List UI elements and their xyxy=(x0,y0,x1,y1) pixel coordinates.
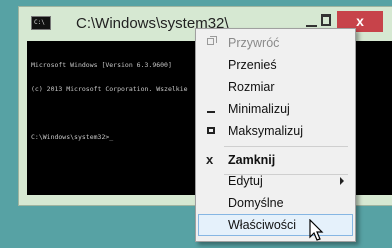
system-context-menu: Przywróć Przenieś Rozmiar Minimalizuj Ma… xyxy=(195,28,356,242)
menu-item-label: Domyślne xyxy=(228,196,284,210)
close-icon: x xyxy=(206,152,214,167)
menu-item-label: Maksymalizuj xyxy=(228,124,304,138)
menu-item-move[interactable]: Przenieś xyxy=(198,54,353,76)
menu-item-label: Przywróć xyxy=(228,36,280,50)
menu-item-label: Zamknij xyxy=(228,153,276,167)
menu-item-size[interactable]: Rozmiar xyxy=(198,76,353,98)
menu-item-restore[interactable]: Przywróć xyxy=(198,32,353,54)
menu-separator xyxy=(224,146,348,147)
menu-item-maximize[interactable]: Maksymalizuj xyxy=(198,120,353,142)
minimize-icon xyxy=(207,111,215,113)
menu-item-label: Właściwości xyxy=(228,218,297,232)
restore-icon xyxy=(207,36,217,45)
menu-item-label: Przenieś xyxy=(228,58,277,72)
console-icon[interactable]: C:\ xyxy=(31,16,51,30)
menu-item-minimize[interactable]: Minimalizuj xyxy=(198,98,353,120)
menu-item-label: Minimalizuj xyxy=(228,102,290,116)
mouse-cursor-icon xyxy=(309,219,324,241)
menu-item-label: Rozmiar xyxy=(228,80,275,94)
menu-item-defaults[interactable]: Domyślne xyxy=(198,192,353,214)
maximize-icon xyxy=(207,127,215,134)
submenu-arrow-icon xyxy=(340,177,344,185)
maximize-button[interactable] xyxy=(321,14,331,26)
menu-item-label: Edytuj xyxy=(228,174,263,188)
menu-item-edit[interactable]: Edytuj xyxy=(198,170,353,192)
menu-item-close[interactable]: x Zamknij xyxy=(198,149,353,171)
menu-item-properties[interactable]: Właściwości xyxy=(198,214,353,236)
